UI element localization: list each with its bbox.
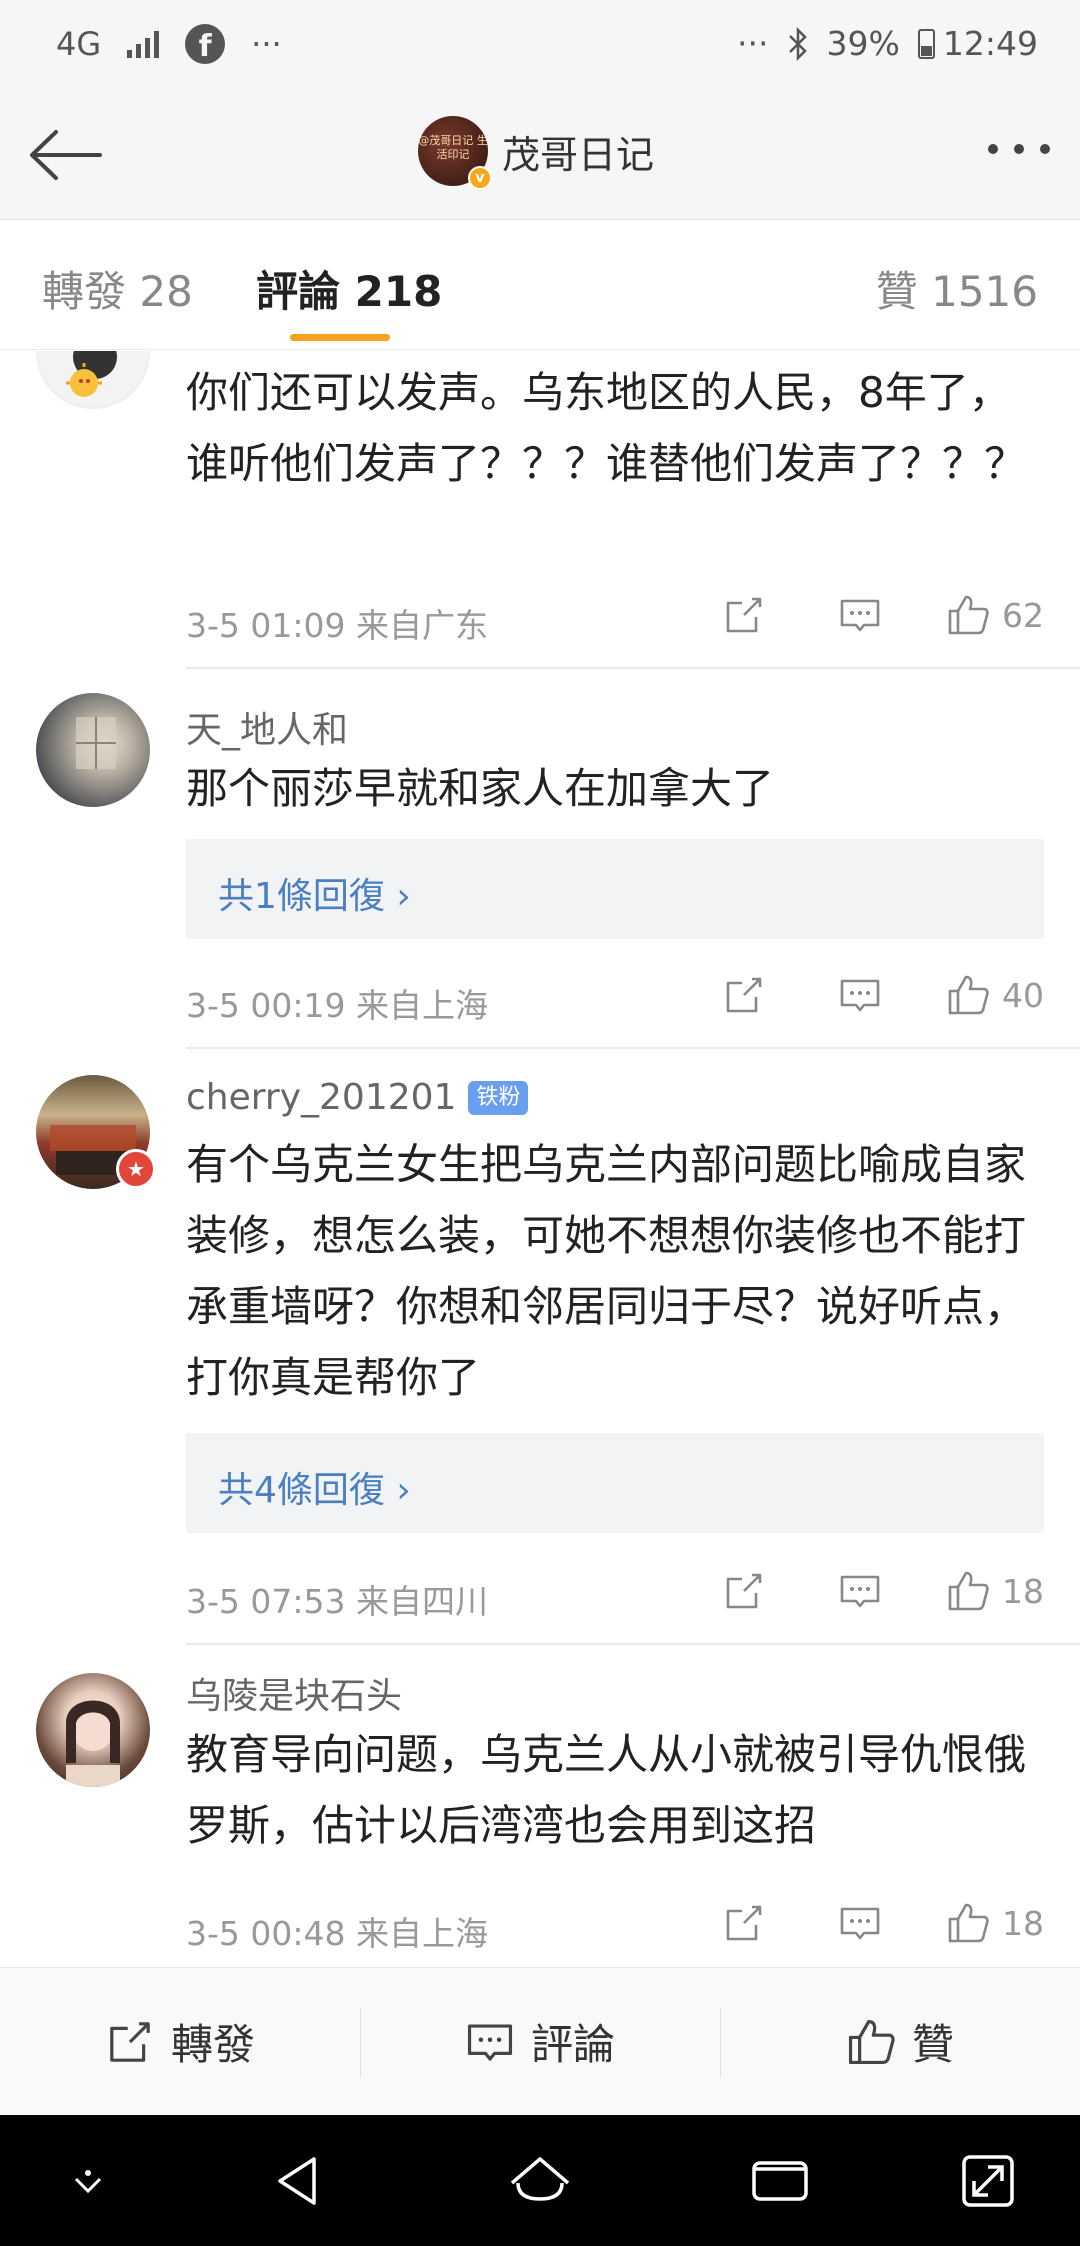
active-tab-indicator	[290, 334, 390, 341]
comment-username[interactable]: 天_地人和	[186, 701, 348, 753]
avatar[interactable]: ★	[36, 1075, 156, 1189]
comment-meta: 3-5 00:19 来自上海 40	[186, 973, 1044, 1026]
reply-icon[interactable]	[838, 973, 882, 1017]
repost-label: 轉發	[170, 2020, 255, 2069]
like-button[interactable]: 贊	[720, 1968, 1080, 2115]
username-text[interactable]: cherry_201201	[186, 1077, 456, 1118]
avatar[interactable]	[36, 1673, 150, 1787]
signal-icon	[127, 30, 160, 58]
back-arrow-icon	[30, 130, 102, 180]
membership-badge-icon: ★	[116, 1149, 156, 1189]
verified-badge-icon: v	[468, 166, 492, 190]
bluetooth-icon	[788, 26, 807, 61]
like-count: 40	[1002, 975, 1044, 1015]
home-nav-icon[interactable]	[504, 2145, 576, 2217]
tab-likes[interactable]: 贊 1516	[876, 258, 1038, 319]
share-icon[interactable]	[722, 593, 766, 637]
comment-meta: 3-5 01:09 来自广东 62	[186, 593, 1044, 646]
comment-username[interactable]: 乌陵是块石头	[186, 1667, 402, 1719]
bottom-action-bar: 轉發 評論 贊	[0, 1967, 1080, 2115]
username-text[interactable]: 天_地人和	[186, 701, 348, 753]
like-label: 贊	[911, 2020, 954, 2069]
notification-more-label: ···	[251, 25, 282, 63]
view-replies-link[interactable]: 共4條回復 ›	[218, 1461, 411, 1513]
page-title: 茂哥日记	[502, 132, 655, 177]
share-icon[interactable]	[722, 973, 766, 1017]
status-bar: 4G f ··· ··· 39% 12:49	[0, 0, 1080, 92]
account-avatar[interactable]: @茂哥日记 生活印记 v	[418, 116, 492, 190]
more-options-icon[interactable]	[988, 144, 1050, 154]
facebook-icon: f	[185, 24, 226, 64]
clock: 12:49	[942, 24, 1038, 63]
comment-meta: 3-5 00:48 来自上海 18	[186, 1901, 1044, 1954]
network-type-label: 4G	[56, 25, 102, 63]
comment-time: 3-5 00:48 来自上海	[186, 1914, 488, 1953]
avatar[interactable]	[36, 693, 150, 807]
tab-comments[interactable]: 評論 218	[256, 258, 442, 319]
battery-icon	[917, 28, 935, 59]
like-icon[interactable]	[946, 1569, 990, 1613]
share-icon	[110, 2021, 150, 2062]
fan-badge: 铁粉	[468, 1080, 529, 1115]
comment-item: 天_地人和 那个丽莎早就和家人在加拿大了 共1條回復 › 3-5 00:19 来…	[0, 669, 1080, 1049]
reply-summary[interactable]: 共4條回復 ›	[186, 1433, 1044, 1533]
comment-text: 你们还可以发声。乌东地区的人民，8年了，谁听他们发声了？？？谁替他们发声了？？？	[186, 368, 1027, 488]
comment-time: 3-5 07:53 来自四川	[186, 1582, 488, 1621]
repost-button[interactable]: 轉發	[0, 1968, 360, 2115]
like-icon[interactable]	[946, 593, 990, 637]
comment-list[interactable]: 你们还可以发声。乌东地区的人民，8年了，谁听他们发声了？？？谁替他们发声了？？？…	[0, 351, 1080, 1967]
back-button[interactable]	[24, 120, 114, 190]
avatar-logo-text: @茂哥日记 生活印记	[418, 134, 488, 161]
share-icon[interactable]	[722, 1901, 766, 1945]
tab-reposts[interactable]: 轉發 28	[42, 258, 193, 319]
comment-text: 教育导向问题，乌克兰人从小就被引导仇恨俄罗斯，估计以后湾湾也会用到这招	[186, 1730, 1027, 1850]
comment-text: 有个乌克兰女生把乌克兰内部问题比喻成自家装修，想怎么装，可她不想想你装修也不能打…	[186, 1140, 1027, 1402]
tab-bar: 轉發 28 評論 218 贊 1516	[0, 220, 1080, 350]
view-replies-link[interactable]: 共1條回復 ›	[218, 867, 411, 919]
comment-meta: 3-5 07:53 来自四川 18	[186, 1569, 1044, 1622]
hide-keyboard-icon[interactable]	[52, 2145, 124, 2217]
username-text[interactable]: 乌陵是块石头	[186, 1667, 402, 1719]
comment-username[interactable]: cherry_201201 铁粉	[186, 1077, 529, 1118]
account-header[interactable]: @茂哥日记 生活印记 v 茂哥日记	[418, 116, 655, 190]
like-count: 62	[1002, 595, 1044, 635]
comment-item: ★ cherry_201201 铁粉 有个乌克兰女生把乌克兰内部问题比喻成自家装…	[0, 1049, 1080, 1645]
comment-label: 評論	[530, 2020, 615, 2069]
back-nav-icon[interactable]	[264, 2145, 336, 2217]
comment-item: 乌陵是块石头 教育导向问题，乌克兰人从小就被引导仇恨俄罗斯，估计以后湾湾也会用到…	[0, 1645, 1080, 1967]
comment-icon	[467, 2024, 513, 2061]
comment-button[interactable]: 評論	[360, 1968, 720, 2115]
like-count: 18	[1002, 1571, 1044, 1611]
reply-summary[interactable]: 共1條回復 ›	[186, 839, 1044, 939]
share-icon[interactable]	[722, 1569, 766, 1613]
reply-icon[interactable]	[838, 593, 882, 637]
recent-apps-icon[interactable]	[744, 2145, 816, 2217]
expand-icon[interactable]	[952, 2145, 1024, 2217]
top-header: @茂哥日记 生活印记 v 茂哥日记	[0, 92, 1080, 220]
avatar[interactable]	[36, 351, 150, 409]
thumbs-up-icon	[848, 2019, 895, 2064]
reply-icon[interactable]	[838, 1901, 882, 1945]
comment-text: 那个丽莎早就和家人在加拿大了	[186, 764, 775, 813]
comment-item: 你们还可以发声。乌东地区的人民，8年了，谁听他们发声了？？？谁替他们发声了？？？…	[0, 351, 1080, 669]
like-count: 18	[1002, 1903, 1044, 1943]
battery-percent: 39%	[826, 24, 900, 63]
comment-time: 3-5 00:19 来自上海	[186, 986, 488, 1025]
status-more-label: ···	[737, 24, 769, 63]
system-navigation-bar	[0, 2115, 1080, 2246]
like-icon[interactable]	[946, 1901, 990, 1945]
like-icon[interactable]	[946, 973, 990, 1017]
comment-time: 3-5 01:09 来自广东	[186, 606, 488, 645]
reply-icon[interactable]	[838, 1569, 882, 1613]
